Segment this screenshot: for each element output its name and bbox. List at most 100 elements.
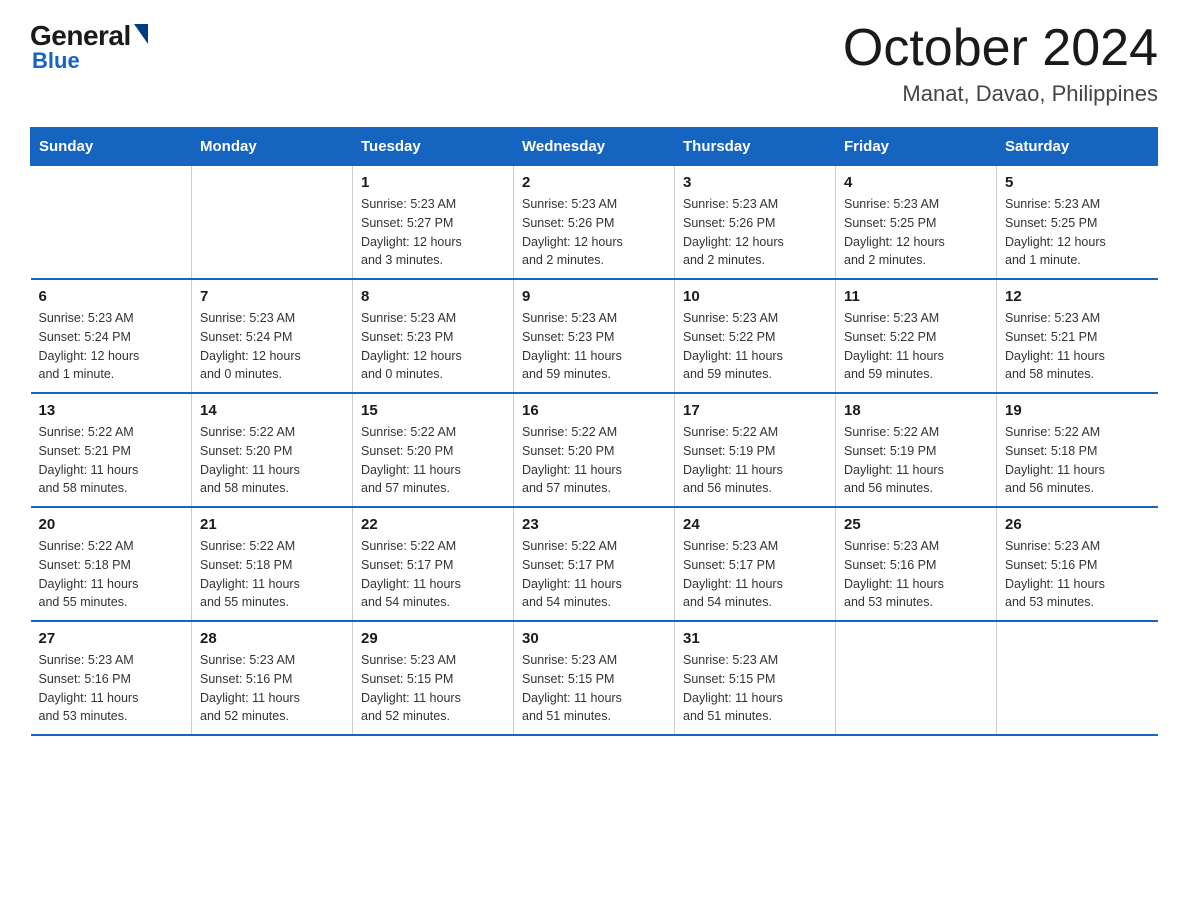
calendar-cell: 12 Sunrise: 5:23 AM Sunset: 5:21 PM Dayli… (997, 279, 1158, 393)
day-number: 29 (361, 630, 505, 647)
calendar-cell: 31 Sunrise: 5:23 AM Sunset: 5:15 PM Dayli… (675, 621, 836, 735)
day-number: 2 (522, 174, 666, 191)
calendar-cell (836, 621, 997, 735)
day-info: Sunrise: 5:23 AM Sunset: 5:26 PM Dayligh… (522, 195, 666, 270)
calendar-cell: 19 Sunrise: 5:22 AM Sunset: 5:18 PM Dayli… (997, 393, 1158, 507)
day-info: Sunrise: 5:23 AM Sunset: 5:22 PM Dayligh… (844, 309, 988, 384)
day-number: 23 (522, 516, 666, 533)
day-info: Sunrise: 5:23 AM Sunset: 5:15 PM Dayligh… (522, 651, 666, 726)
header-day-friday: Friday (836, 128, 997, 166)
day-info: Sunrise: 5:23 AM Sunset: 5:24 PM Dayligh… (39, 309, 184, 384)
day-number: 16 (522, 402, 666, 419)
calendar-cell: 5 Sunrise: 5:23 AM Sunset: 5:25 PM Daylig… (997, 166, 1158, 280)
calendar-cell: 22 Sunrise: 5:22 AM Sunset: 5:17 PM Dayli… (353, 507, 514, 621)
day-number: 17 (683, 402, 827, 419)
day-info: Sunrise: 5:23 AM Sunset: 5:15 PM Dayligh… (361, 651, 505, 726)
day-info: Sunrise: 5:22 AM Sunset: 5:19 PM Dayligh… (844, 423, 988, 498)
day-info: Sunrise: 5:22 AM Sunset: 5:20 PM Dayligh… (522, 423, 666, 498)
logo-blue-text: Blue (32, 48, 80, 74)
day-info: Sunrise: 5:23 AM Sunset: 5:22 PM Dayligh… (683, 309, 827, 384)
calendar-cell: 24Sunrise: 5:23 AM Sunset: 5:17 PM Dayli… (675, 507, 836, 621)
day-info: Sunrise: 5:23 AM Sunset: 5:16 PM Dayligh… (200, 651, 344, 726)
calendar-cell: 14 Sunrise: 5:22 AM Sunset: 5:20 PM Dayli… (192, 393, 353, 507)
calendar-cell: 3Sunrise: 5:23 AM Sunset: 5:26 PM Daylig… (675, 166, 836, 280)
day-info: Sunrise: 5:22 AM Sunset: 5:17 PM Dayligh… (361, 537, 505, 612)
title-block: October 2024 Manat, Davao, Philippines (843, 20, 1158, 107)
day-info: Sunrise: 5:22 AM Sunset: 5:20 PM Dayligh… (200, 423, 344, 498)
calendar-cell (192, 166, 353, 280)
header-day-monday: Monday (192, 128, 353, 166)
header-day-thursday: Thursday (675, 128, 836, 166)
day-number: 30 (522, 630, 666, 647)
calendar-cell: 29 Sunrise: 5:23 AM Sunset: 5:15 PM Dayli… (353, 621, 514, 735)
day-number: 12 (1005, 288, 1150, 305)
calendar-cell: 16 Sunrise: 5:22 AM Sunset: 5:20 PM Dayli… (514, 393, 675, 507)
day-number: 10 (683, 288, 827, 305)
day-info: Sunrise: 5:23 AM Sunset: 5:23 PM Dayligh… (522, 309, 666, 384)
day-info: Sunrise: 5:23 AM Sunset: 5:24 PM Dayligh… (200, 309, 344, 384)
day-info: Sunrise: 5:23 AM Sunset: 5:16 PM Dayligh… (1005, 537, 1150, 612)
day-info: Sunrise: 5:23 AM Sunset: 5:25 PM Dayligh… (1005, 195, 1150, 270)
day-number: 5 (1005, 174, 1150, 191)
day-number: 8 (361, 288, 505, 305)
calendar-cell: 8Sunrise: 5:23 AM Sunset: 5:23 PM Daylig… (353, 279, 514, 393)
day-info: Sunrise: 5:22 AM Sunset: 5:21 PM Dayligh… (39, 423, 184, 498)
calendar-subtitle: Manat, Davao, Philippines (843, 81, 1158, 107)
page-header: General Blue October 2024 Manat, Davao, … (30, 20, 1158, 107)
day-info: Sunrise: 5:22 AM Sunset: 5:20 PM Dayligh… (361, 423, 505, 498)
day-number: 11 (844, 288, 988, 305)
logo-triangle-icon (134, 24, 148, 44)
header-day-wednesday: Wednesday (514, 128, 675, 166)
week-row-3: 13Sunrise: 5:22 AM Sunset: 5:21 PM Dayli… (31, 393, 1158, 507)
header-day-sunday: Sunday (31, 128, 192, 166)
calendar-cell: 23 Sunrise: 5:22 AM Sunset: 5:17 PM Dayli… (514, 507, 675, 621)
day-number: 15 (361, 402, 505, 419)
calendar-cell (997, 621, 1158, 735)
day-number: 21 (200, 516, 344, 533)
day-number: 19 (1005, 402, 1150, 419)
day-number: 22 (361, 516, 505, 533)
day-info: Sunrise: 5:22 AM Sunset: 5:18 PM Dayligh… (200, 537, 344, 612)
calendar-table: SundayMondayTuesdayWednesdayThursdayFrid… (30, 127, 1158, 736)
calendar-cell: 26 Sunrise: 5:23 AM Sunset: 5:16 PM Dayli… (997, 507, 1158, 621)
calendar-cell: 30 Sunrise: 5:23 AM Sunset: 5:15 PM Dayli… (514, 621, 675, 735)
calendar-header-row: SundayMondayTuesdayWednesdayThursdayFrid… (31, 128, 1158, 166)
day-info: Sunrise: 5:22 AM Sunset: 5:17 PM Dayligh… (522, 537, 666, 612)
day-number: 20 (39, 516, 184, 533)
day-info: Sunrise: 5:22 AM Sunset: 5:18 PM Dayligh… (39, 537, 184, 612)
header-day-saturday: Saturday (997, 128, 1158, 166)
day-number: 9 (522, 288, 666, 305)
day-info: Sunrise: 5:23 AM Sunset: 5:27 PM Dayligh… (361, 195, 505, 270)
week-row-1: 1Sunrise: 5:23 AM Sunset: 5:27 PM Daylig… (31, 166, 1158, 280)
day-number: 25 (844, 516, 988, 533)
week-row-5: 27 Sunrise: 5:23 AM Sunset: 5:16 PM Dayli… (31, 621, 1158, 735)
calendar-title: October 2024 (843, 20, 1158, 77)
day-number: 7 (200, 288, 344, 305)
week-row-4: 20 Sunrise: 5:22 AM Sunset: 5:18 PM Dayli… (31, 507, 1158, 621)
calendar-cell: 1Sunrise: 5:23 AM Sunset: 5:27 PM Daylig… (353, 166, 514, 280)
day-info: Sunrise: 5:22 AM Sunset: 5:19 PM Dayligh… (683, 423, 827, 498)
day-info: Sunrise: 5:23 AM Sunset: 5:25 PM Dayligh… (844, 195, 988, 270)
day-info: Sunrise: 5:23 AM Sunset: 5:17 PM Dayligh… (683, 537, 827, 612)
calendar-cell: 2 Sunrise: 5:23 AM Sunset: 5:26 PM Daylig… (514, 166, 675, 280)
calendar-cell: 17 Sunrise: 5:22 AM Sunset: 5:19 PM Dayli… (675, 393, 836, 507)
calendar-cell: 13Sunrise: 5:22 AM Sunset: 5:21 PM Dayli… (31, 393, 192, 507)
day-info: Sunrise: 5:23 AM Sunset: 5:21 PM Dayligh… (1005, 309, 1150, 384)
day-number: 14 (200, 402, 344, 419)
day-info: Sunrise: 5:23 AM Sunset: 5:15 PM Dayligh… (683, 651, 827, 726)
day-number: 3 (683, 174, 827, 191)
week-row-2: 6Sunrise: 5:23 AM Sunset: 5:24 PM Daylig… (31, 279, 1158, 393)
calendar-cell: 27 Sunrise: 5:23 AM Sunset: 5:16 PM Dayli… (31, 621, 192, 735)
day-number: 26 (1005, 516, 1150, 533)
calendar-cell: 10 Sunrise: 5:23 AM Sunset: 5:22 PM Dayli… (675, 279, 836, 393)
day-info: Sunrise: 5:22 AM Sunset: 5:18 PM Dayligh… (1005, 423, 1150, 498)
day-number: 18 (844, 402, 988, 419)
day-info: Sunrise: 5:23 AM Sunset: 5:16 PM Dayligh… (39, 651, 184, 726)
calendar-cell: 4Sunrise: 5:23 AM Sunset: 5:25 PM Daylig… (836, 166, 997, 280)
day-info: Sunrise: 5:23 AM Sunset: 5:16 PM Dayligh… (844, 537, 988, 612)
calendar-cell: 11 Sunrise: 5:23 AM Sunset: 5:22 PM Dayli… (836, 279, 997, 393)
day-number: 27 (39, 630, 184, 647)
day-number: 28 (200, 630, 344, 647)
calendar-cell: 15 Sunrise: 5:22 AM Sunset: 5:20 PM Dayli… (353, 393, 514, 507)
day-number: 31 (683, 630, 827, 647)
